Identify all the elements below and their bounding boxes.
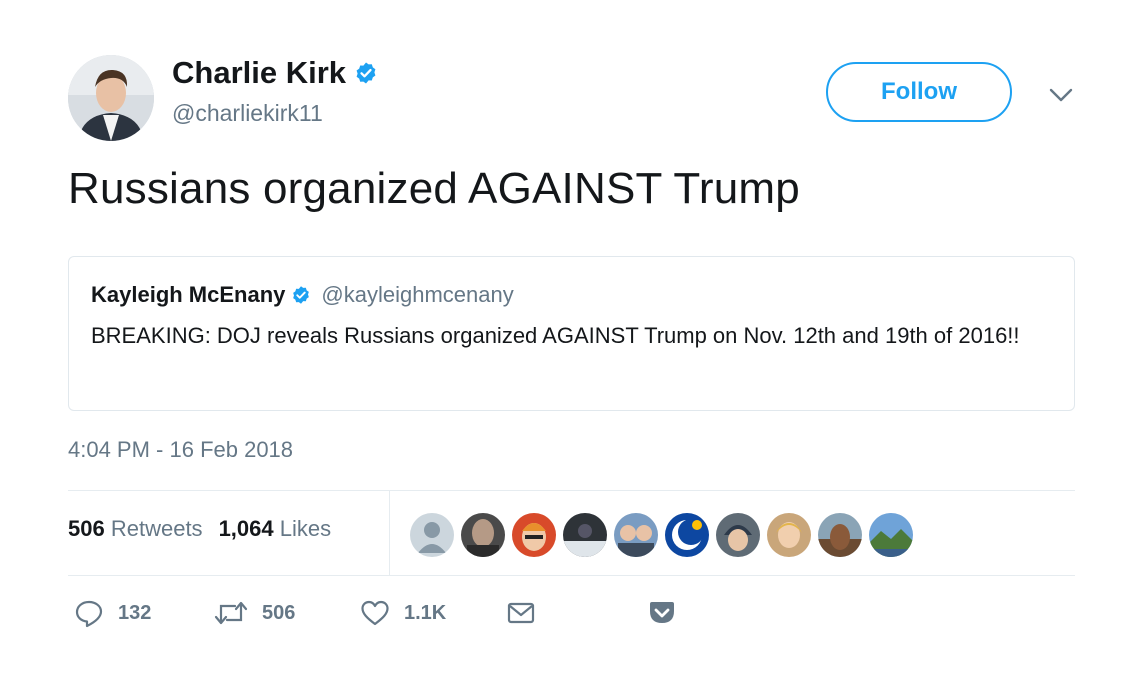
quoted-tweet-text: BREAKING: DOJ reveals Russians organized… [91,323,1020,348]
liker-avatar[interactable] [410,513,454,557]
divider [68,490,1075,491]
follow-button[interactable]: Follow [826,62,1012,122]
retweets-count: 506 [68,516,105,541]
tweet-stats: 506 Retweets 1,064 Likes [68,516,331,542]
like-action[interactable]: 1.1K [360,598,446,628]
retweet-icon [214,601,248,625]
verified-badge-icon [356,62,376,84]
reply-count: 132 [118,601,152,624]
like-count: 1.1K [404,601,447,624]
author-name[interactable]: Charlie Kirk [172,55,346,91]
liker-avatar[interactable] [461,513,505,557]
quoted-tweet-card[interactable]: Kayleigh McEnany @kayleighmcenany BREAKI… [68,256,1075,411]
direct-message-action[interactable] [506,598,536,628]
reply-icon [75,600,103,628]
author-avatar[interactable] [68,55,154,141]
tweet-text: Russians organized AGAINST Trump [68,164,800,213]
heart-icon [361,600,389,626]
reply-action[interactable]: 132 [74,598,151,628]
retweets-stat[interactable]: 506 Retweets [68,516,203,542]
divider [389,491,390,575]
author-handle[interactable]: @charliekirk11 [172,100,323,127]
retweet-action[interactable]: 506 [214,598,295,628]
liker-avatars [410,513,913,557]
chevron-down-icon[interactable] [1046,84,1076,106]
liker-avatar[interactable] [563,513,607,557]
liker-avatar[interactable] [767,513,811,557]
likes-stat[interactable]: 1,064 Likes [219,516,332,542]
author-name-row: Charlie Kirk [172,55,378,91]
envelope-icon [507,602,535,624]
verified-badge-icon [293,286,310,304]
liker-avatar[interactable] [512,513,556,557]
quoted-author-handle: @kayleighmcenany [321,282,514,307]
quoted-tweet-header: Kayleigh McEnany @kayleighmcenany [91,282,514,308]
retweets-label: Retweets [110,516,203,541]
liker-avatar[interactable] [614,513,658,557]
retweet-count: 506 [262,601,296,624]
quoted-author-name: Kayleigh McEnany [91,282,286,307]
pocket-action[interactable] [647,598,677,628]
tweet-timestamp[interactable]: 4:04 PM - 16 Feb 2018 [68,437,293,463]
liker-avatar[interactable] [869,513,913,557]
liker-avatar[interactable] [665,513,709,557]
liker-avatar[interactable] [716,513,760,557]
likes-label: Likes [279,516,332,541]
likes-count: 1,064 [218,516,274,541]
pocket-icon [650,602,674,623]
divider [68,575,1075,576]
liker-avatar[interactable] [818,513,862,557]
